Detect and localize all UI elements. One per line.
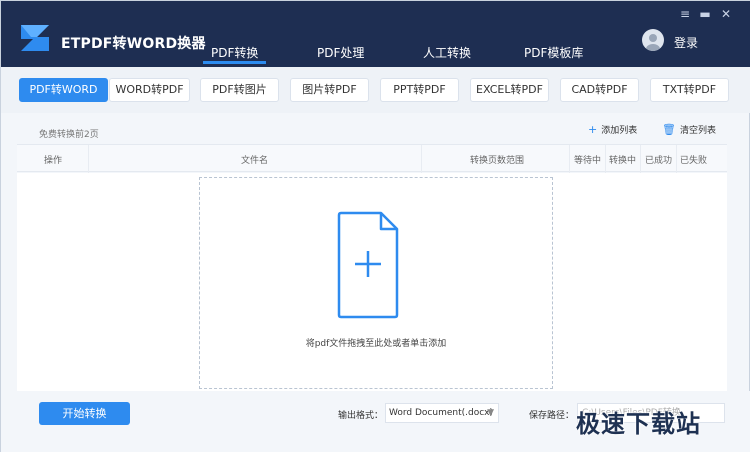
clear-list-label: 清空列表	[679, 126, 716, 136]
drop-hint: 将pdf文件拖拽至此处或者单击添加	[305, 339, 447, 349]
tool-excel-to-pdf[interactable]: EXCEL转PDF	[470, 78, 549, 102]
tool-txt-to-pdf[interactable]: TXT转PDF	[650, 78, 729, 102]
tool-cad-to-pdf[interactable]: CAD转PDF	[560, 78, 639, 102]
app-window: ETPDF转WORD换器 PDF转换 PDF处理 人工转换 PDF模板库 ≡ ▬…	[0, 0, 750, 452]
column-header-converting: 转换中	[609, 156, 637, 166]
minimize-icon[interactable]: ▬	[698, 7, 712, 21]
add-list-button[interactable]: + 添加列表	[588, 123, 637, 136]
column-header-page-range: 转换页数范围	[470, 156, 525, 166]
tab-pdf-process[interactable]: PDF处理	[317, 44, 364, 61]
app-title: ETPDF转WORD换器	[61, 36, 206, 52]
save-path-label: 保存路径：	[529, 411, 575, 421]
output-format-value: Word Document(.docx)	[389, 408, 493, 418]
tool-word-to-pdf[interactable]: WORD转PDF	[109, 78, 190, 102]
app-logo-icon	[21, 25, 49, 51]
trash-icon: 🗑	[662, 123, 676, 136]
tool-pdf-to-image[interactable]: PDF转图片	[200, 78, 279, 102]
start-convert-button[interactable]: 开始转换	[39, 402, 130, 425]
tool-bar: PDF转WORD WORD转PDF PDF转图片 图片转PDF PPT转PDF …	[1, 67, 750, 113]
tab-manual-convert[interactable]: 人工转换	[423, 44, 471, 61]
file-table-header: 操作 文件名 转换页数范围 等待中 转换中 已成功 已失败	[17, 144, 727, 173]
tool-pdf-to-word[interactable]: PDF转WORD	[19, 78, 108, 102]
output-format-label: 输出格式：	[338, 411, 384, 421]
login-link[interactable]: 登录	[674, 34, 698, 51]
watermark: 极速下载站	[576, 410, 701, 438]
avatar[interactable]	[642, 29, 664, 51]
column-divider	[569, 145, 570, 173]
column-divider	[88, 145, 89, 173]
tab-pdf-convert[interactable]: PDF转换	[202, 44, 267, 64]
tool-ppt-to-pdf[interactable]: PPT转PDF	[380, 78, 459, 102]
tool-image-to-pdf[interactable]: 图片转PDF	[290, 78, 369, 102]
column-divider	[421, 145, 422, 173]
column-divider	[640, 145, 641, 173]
add-list-label: 添加列表	[601, 126, 638, 136]
column-divider	[605, 145, 606, 173]
tab-pdf-template[interactable]: PDF模板库	[524, 44, 583, 61]
plus-icon: +	[588, 123, 598, 136]
column-header-filename: 文件名	[241, 156, 269, 166]
column-divider	[676, 145, 677, 173]
free-note: 免费转换前2页	[39, 130, 99, 140]
user-icon	[646, 34, 660, 51]
file-drop-zone[interactable]: 将pdf文件拖拽至此处或者单击添加	[199, 177, 553, 389]
column-header-succeeded: 已成功	[645, 156, 673, 166]
clear-list-button[interactable]: 🗑 清空列表	[662, 123, 716, 136]
add-file-icon	[337, 211, 399, 319]
title-bar: ETPDF转WORD换器 PDF转换 PDF处理 人工转换 PDF模板库 ≡ ▬…	[1, 1, 750, 67]
chevron-down-icon: ▼	[487, 408, 494, 418]
column-header-waiting: 等待中	[574, 156, 602, 166]
column-header-action: 操作	[44, 156, 63, 166]
menu-icon[interactable]: ≡	[678, 7, 692, 21]
output-format-select[interactable]: Word Document(.docx) ▼	[385, 403, 499, 423]
close-icon[interactable]: ✕	[719, 7, 733, 21]
column-header-failed: 已失败	[680, 156, 708, 166]
